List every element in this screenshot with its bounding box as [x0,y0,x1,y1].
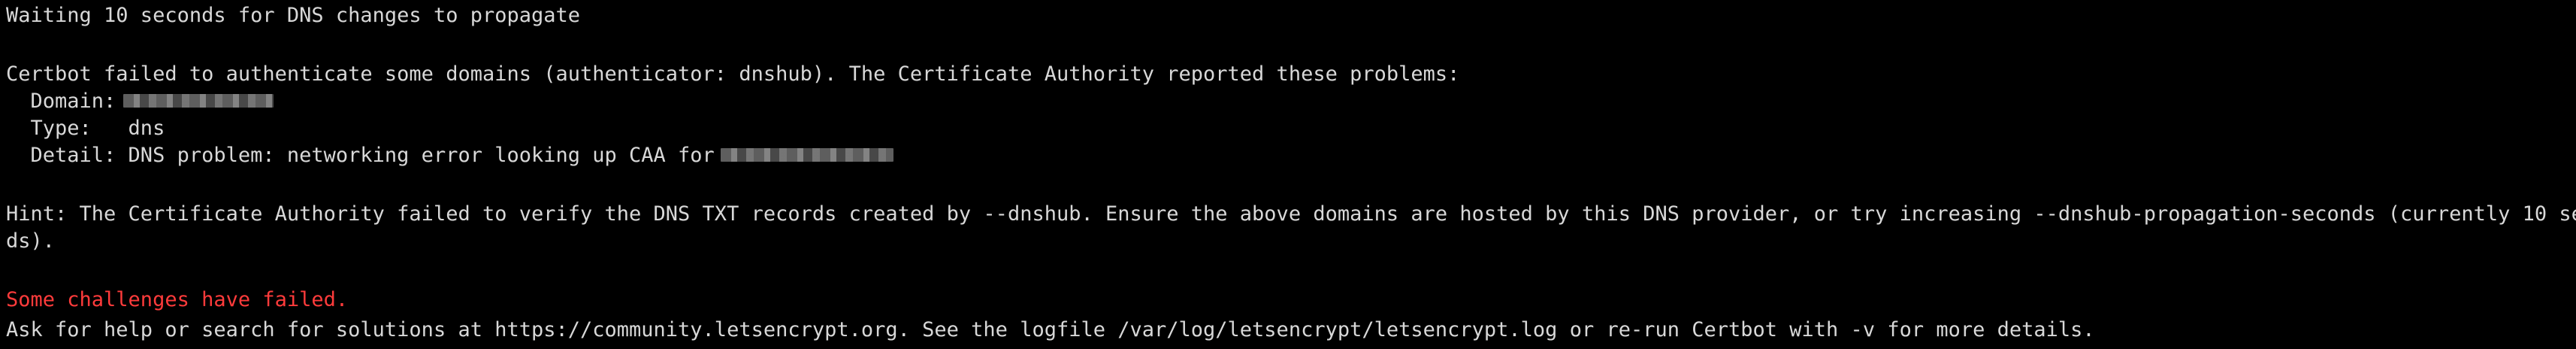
challenges-failed-error: Some challenges have failed. [6,288,349,311]
domain-line: Domain: [6,87,274,116]
type-line: Type: dns [6,117,165,140]
hint-line: Hint: The Certificate Authority failed t… [6,202,2576,226]
auth-failed-line: Certbot failed to authenticate some doma… [6,62,1460,86]
terminal-window: Waiting 10 seconds for DNS changes to pr… [0,0,2576,349]
detail-line: Detail: DNS problem: networking error lo… [6,141,893,170]
hint-continuation-line: ds). [6,229,56,253]
domain-label: Domain: [6,90,116,113]
detail-text: Detail: DNS problem: networking error lo… [6,144,715,167]
waiting-line: Waiting 10 seconds for DNS changes to pr… [6,4,581,27]
redacted-domain [123,93,274,108]
help-line: Ask for help or search for solutions at … [6,318,2095,341]
redacted-caa-domain [720,147,893,162]
